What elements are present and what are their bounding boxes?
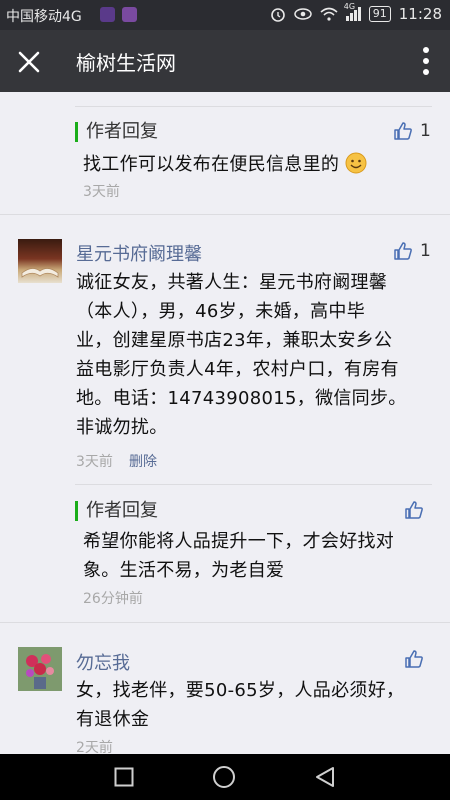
gallery-notification-icon [122, 7, 137, 22]
reply-line: 象。生活不易，为老自爱 [83, 560, 285, 581]
comment-line: 地。电话：14743908015，微信同步。 [76, 388, 407, 409]
thumbs-up-icon[interactable] [394, 242, 412, 260]
signal-icon: 4G [344, 2, 361, 21]
alarm-icon [270, 8, 285, 22]
timestamp: 3天前 [76, 454, 113, 470]
close-icon[interactable] [16, 49, 42, 75]
comment-line: 业，创建星原书店23年，兼职太安乡公 [76, 330, 393, 351]
comment-line: 诚征女友，共著人生：星元书府阚理馨 [76, 272, 388, 293]
avatar[interactable] [18, 647, 62, 691]
title-bar: 榆树生活网 [0, 30, 450, 92]
comment-text-content: 找工作可以发布在便民信息里的 [83, 154, 340, 175]
more-menu-icon[interactable] [422, 46, 430, 76]
recent-apps-icon[interactable] [114, 767, 134, 787]
thumbs-up-icon[interactable] [405, 501, 423, 519]
commenter-name[interactable]: 星元书府阚理馨 [76, 240, 202, 266]
smile-emoji-icon [345, 152, 367, 174]
wifi-icon [320, 7, 338, 21]
comments-list[interactable]: 作者回复 1 找工作可以发布在便民信息里的 3天前 星元书府阚理馨 1 诚征女友… [0, 92, 450, 754]
delete-link[interactable]: 删除 [129, 451, 157, 471]
reply-line: 希望你能将人品提升一下，才会好找对 [83, 531, 395, 552]
divider [0, 622, 450, 623]
divider [0, 214, 450, 215]
divider [75, 106, 432, 107]
reply-text: 希望你能将人品提升一下，才会好找对 象。生活不易，为老自爱 [83, 527, 394, 585]
author-reply-label: 作者回复 [75, 122, 158, 142]
timestamp: 2天前 [76, 740, 113, 754]
like-count: 1 [420, 121, 431, 141]
author-reply-label: 作者回复 [75, 501, 158, 521]
timestamp: 26分钟前 [83, 591, 143, 607]
navigation-bar [0, 754, 450, 800]
back-icon[interactable] [314, 766, 336, 788]
comment-text: 女，找老伴，要50-65岁，人品必须好， 有退休金 [76, 676, 404, 734]
comment-text: 找工作可以发布在便民信息里的 [83, 150, 367, 179]
comment-text: 诚征女友，共著人生：星元书府阚理馨 （本人），男，46岁，未婚，高中毕 业，创建… [76, 268, 407, 442]
like-count: 1 [420, 241, 431, 261]
page-title: 榆树生活网 [76, 51, 176, 75]
battery-indicator: 91 [368, 6, 391, 22]
thumbs-up-icon[interactable] [394, 122, 412, 140]
timestamp: 3天前 [83, 184, 120, 200]
commenter-name[interactable]: 勿忘我 [76, 649, 130, 675]
comment-line: 有退休金 [76, 709, 150, 730]
comment-line: （本人），男，46岁，未婚，高中毕 [76, 301, 366, 322]
comment-line: 非诚勿扰。 [76, 417, 168, 438]
thumbs-up-icon[interactable] [405, 650, 423, 668]
network-type-label: 4G [343, 2, 356, 11]
comment-line: 益电影厅负责人4年，农村户口，有房有 [76, 359, 399, 380]
app-notification-icon [100, 7, 115, 22]
carrier-label: 中国移动4G [6, 9, 82, 25]
comment-line: 女，找老伴，要50-65岁，人品必须好， [76, 680, 405, 701]
status-bar: 中国移动4G 4G 91 11:28 [0, 0, 450, 30]
divider [75, 484, 432, 485]
avatar[interactable] [18, 239, 62, 283]
eye-icon [294, 8, 312, 20]
home-icon[interactable] [212, 765, 236, 789]
book-image-icon [21, 268, 59, 278]
clock: 11:28 [398, 5, 442, 23]
flower-image-icon [18, 647, 62, 691]
